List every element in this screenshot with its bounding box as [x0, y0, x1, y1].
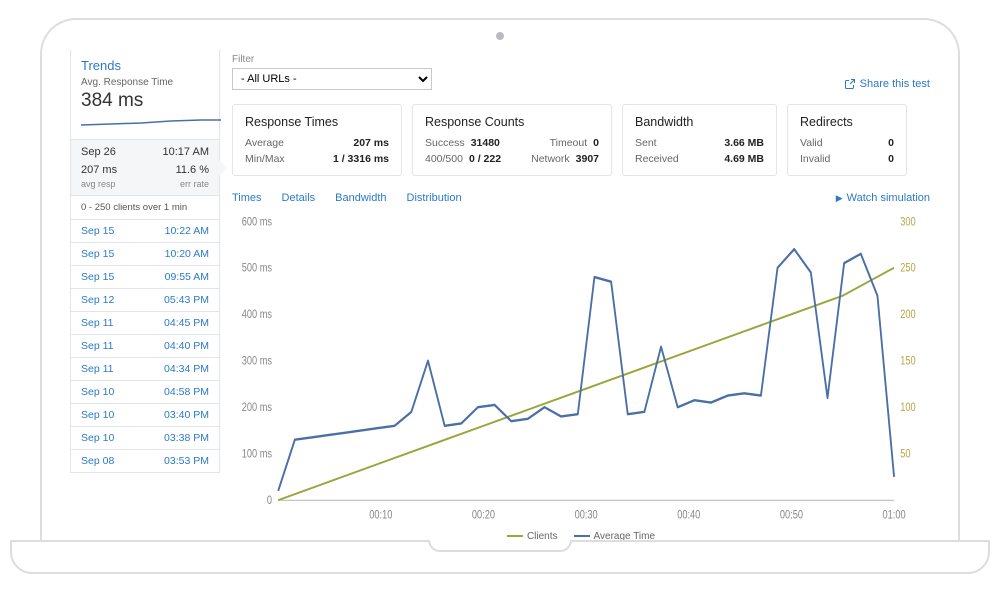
chart-tabs: Times Details Bandwidth Distribution: [232, 192, 462, 204]
tab-bandwidth[interactable]: Bandwidth: [335, 192, 386, 204]
svg-text:150: 150: [900, 355, 915, 368]
laptop-base: [10, 540, 990, 574]
card-bandwidth: Bandwidth Sent3.66 MB Received4.69 MB: [622, 104, 777, 176]
clients-note: 0 - 250 clients over 1 min: [71, 196, 219, 220]
svg-text:00:50: 00:50: [780, 509, 803, 522]
history-row[interactable]: Sep 1003:38 PM: [71, 427, 219, 450]
tab-times[interactable]: Times: [232, 192, 262, 204]
svg-text:50: 50: [900, 448, 910, 461]
svg-text:500 ms: 500 ms: [242, 262, 272, 275]
current-err-label: err rate: [180, 179, 209, 189]
history-row[interactable]: Sep 1510:22 AM: [71, 220, 219, 243]
camera-dot: [496, 32, 504, 40]
trends-sidebar: Trends Avg. Response Time 384 ms Sep 26 …: [70, 50, 220, 540]
current-resp: 207 ms: [81, 164, 117, 176]
trends-subtitle: Avg. Response Time: [81, 77, 209, 88]
current-err: 11.6 %: [176, 164, 209, 176]
svg-text:100: 100: [900, 401, 915, 414]
svg-text:250: 250: [900, 262, 915, 275]
svg-text:100 ms: 100 ms: [242, 448, 272, 461]
share-icon: [844, 78, 856, 90]
current-run-row[interactable]: Sep 26 10:17 AM 207 ms 11.6 % avg resp e…: [71, 139, 219, 196]
svg-text:00:30: 00:30: [575, 509, 598, 522]
history-row[interactable]: Sep 1004:58 PM: [71, 381, 219, 404]
history-row[interactable]: Sep 0803:53 PM: [71, 450, 219, 472]
trends-value: 384 ms: [81, 90, 209, 112]
card-title: Response Times: [245, 115, 389, 129]
share-link[interactable]: Share this test: [844, 78, 930, 90]
svg-text:00:40: 00:40: [677, 509, 700, 522]
current-time: 10:17 AM: [163, 146, 209, 158]
card-title: Bandwidth: [635, 115, 764, 129]
main-panel: Filter - All URLs - Share this test Resp…: [232, 50, 930, 540]
svg-text:400 ms: 400 ms: [242, 308, 272, 321]
svg-text:200 ms: 200 ms: [242, 401, 272, 414]
card-redirects: Redirects Valid0 Invalid0: [787, 104, 907, 176]
svg-text:300: 300: [900, 215, 915, 228]
card-title: Redirects: [800, 115, 894, 129]
svg-text:01:00: 01:00: [883, 509, 906, 522]
current-resp-label: avg resp: [81, 179, 116, 189]
svg-text:00:20: 00:20: [472, 509, 495, 522]
play-icon: ▶: [836, 193, 843, 204]
filter-label: Filter: [232, 54, 432, 65]
history-row[interactable]: Sep 1104:45 PM: [71, 312, 219, 335]
svg-text:300 ms: 300 ms: [242, 355, 272, 368]
tab-details[interactable]: Details: [282, 192, 316, 204]
history-row[interactable]: Sep 1509:55 AM: [71, 266, 219, 289]
card-response-counts: Response Counts Success31480 Timeout0 40…: [412, 104, 612, 176]
filter-select[interactable]: - All URLs -: [232, 68, 432, 90]
history-list: Sep 1510:22 AMSep 1510:20 AMSep 1509:55 …: [71, 220, 219, 472]
share-label: Share this test: [860, 78, 930, 90]
history-row[interactable]: Sep 1104:34 PM: [71, 358, 219, 381]
card-title: Response Counts: [425, 115, 599, 129]
history-row[interactable]: Sep 1003:40 PM: [71, 404, 219, 427]
history-row[interactable]: Sep 1205:43 PM: [71, 289, 219, 312]
svg-text:00:10: 00:10: [369, 509, 392, 522]
svg-text:0: 0: [267, 494, 272, 507]
svg-text:200: 200: [900, 308, 915, 321]
card-response-times: Response Times Average207 ms Min/Max1 / …: [232, 104, 402, 176]
trends-title: Trends: [81, 58, 209, 73]
current-date: Sep 26: [81, 146, 116, 158]
watch-simulation-link[interactable]: ▶ Watch simulation: [836, 192, 930, 204]
sparkline: [81, 114, 221, 130]
tab-distribution[interactable]: Distribution: [407, 192, 462, 204]
history-row[interactable]: Sep 1104:40 PM: [71, 335, 219, 358]
svg-text:600 ms: 600 ms: [242, 215, 272, 228]
response-time-chart: 100 ms 200 ms 300 ms 400 ms 500 ms 600 ms 0 50 1…: [232, 208, 930, 540]
history-row[interactable]: Sep 1510:20 AM: [71, 243, 219, 266]
watch-label: Watch simulation: [847, 192, 930, 204]
